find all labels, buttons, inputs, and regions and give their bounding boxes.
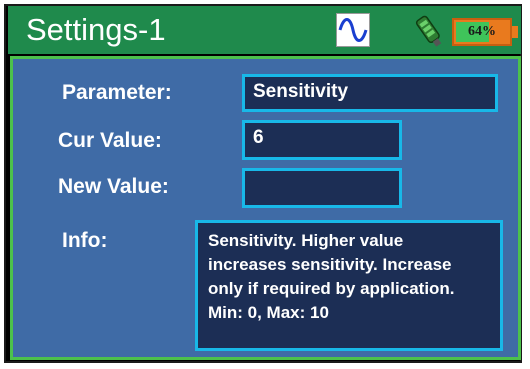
- info-line: only if required by application.: [208, 279, 455, 298]
- cur-value-label: Cur Value:: [58, 129, 162, 152]
- sine-wave-icon[interactable]: [336, 13, 370, 47]
- info-line: Sensitivity. Higher value: [208, 231, 404, 250]
- battery-percent: 64%: [468, 24, 496, 39]
- info-line: Min: 0, Max: 10: [208, 303, 329, 322]
- new-value-input[interactable]: [242, 168, 402, 208]
- cur-value-field[interactable]: 6: [242, 120, 402, 160]
- parameter-field[interactable]: Sensitivity: [242, 74, 498, 112]
- page-title: Settings-1: [26, 12, 166, 47]
- battery-icon: 64%: [452, 18, 518, 46]
- parameter-label: Parameter:: [62, 81, 172, 104]
- new-value-label: New Value:: [58, 175, 169, 198]
- sensor-probe-icon: [410, 12, 448, 50]
- battery-cap: [512, 26, 518, 38]
- info-line: increases sensitivity. Increase: [208, 255, 452, 274]
- info-box: Sensitivity. Higher value increases sens…: [195, 220, 503, 351]
- info-label: Info:: [62, 229, 108, 252]
